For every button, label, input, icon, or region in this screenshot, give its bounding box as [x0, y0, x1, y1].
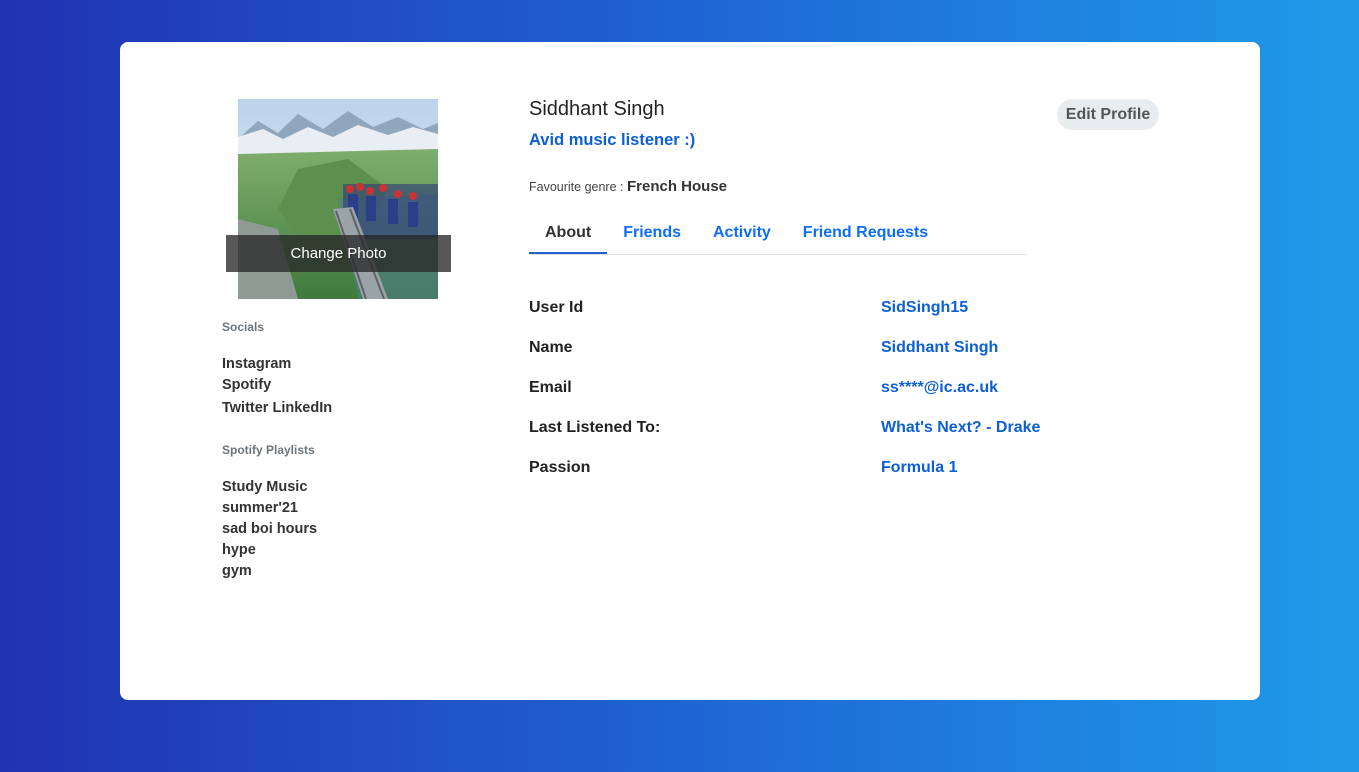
socials-list: Instagram Spotify Twitter LinkedIn	[222, 354, 332, 419]
social-link-linkedin[interactable]: LinkedIn	[272, 400, 332, 416]
tab-about[interactable]: About	[529, 214, 608, 254]
playlist-item[interactable]: sad boi hours	[222, 519, 317, 540]
profile-name: Siddhant Singh	[529, 98, 665, 120]
about-row-last-listened: Last Listened To: What's Next? - Drake	[529, 419, 1149, 459]
playlist-item[interactable]: summer'21	[222, 498, 317, 519]
about-row-user-id: User Id SidSingh15	[529, 299, 1149, 339]
change-photo-button[interactable]: Change Photo	[226, 235, 451, 272]
genre-value: French House	[626, 178, 728, 195]
profile-bio: Avid music listener :)	[529, 131, 696, 149]
about-value: ss****@ic.ac.uk	[881, 379, 999, 396]
playlist-item[interactable]: hype	[222, 540, 317, 561]
about-value: Siddhant Singh	[881, 339, 999, 356]
profile-tabs: About Friends Activity Friend Requests	[529, 214, 1027, 255]
about-value: What's Next? - Drake	[881, 419, 1041, 436]
social-link-twitter[interactable]: Twitter	[222, 400, 268, 416]
tab-friend-requests[interactable]: Friend Requests	[787, 214, 944, 254]
about-row-email: Email ss****@ic.ac.uk	[529, 379, 1149, 419]
about-row-passion: Passion Formula 1	[529, 459, 1149, 499]
about-label: Last Listened To:	[529, 419, 661, 436]
genre-label: Favourite genre :	[529, 180, 624, 194]
social-link-spotify[interactable]: Spotify	[222, 375, 332, 396]
profile-card: Change Photo Socials Instagram Spotify T…	[120, 42, 1260, 700]
about-label: Name	[529, 339, 573, 356]
about-value: SidSingh15	[881, 299, 969, 316]
about-label: Email	[529, 379, 572, 396]
playlist-item[interactable]: gym	[222, 561, 317, 582]
socials-heading: Socials	[222, 320, 265, 334]
about-label: User Id	[529, 299, 584, 316]
tab-friends[interactable]: Friends	[607, 214, 697, 254]
about-label: Passion	[529, 459, 591, 476]
edit-profile-button[interactable]: Edit Profile	[1057, 99, 1159, 130]
playlists-heading: Spotify Playlists	[222, 443, 315, 457]
about-row-name: Name Siddhant Singh	[529, 339, 1149, 379]
favourite-genre: Favourite genre : French House	[529, 178, 727, 195]
about-panel: User Id SidSingh15 Name Siddhant Singh E…	[529, 299, 1149, 499]
about-value: Formula 1	[881, 459, 958, 476]
playlists-list: Study Music summer'21 sad boi hours hype…	[222, 477, 317, 582]
social-link-instagram[interactable]: Instagram	[222, 354, 332, 375]
playlist-item[interactable]: Study Music	[222, 477, 317, 498]
tab-activity[interactable]: Activity	[697, 214, 787, 254]
